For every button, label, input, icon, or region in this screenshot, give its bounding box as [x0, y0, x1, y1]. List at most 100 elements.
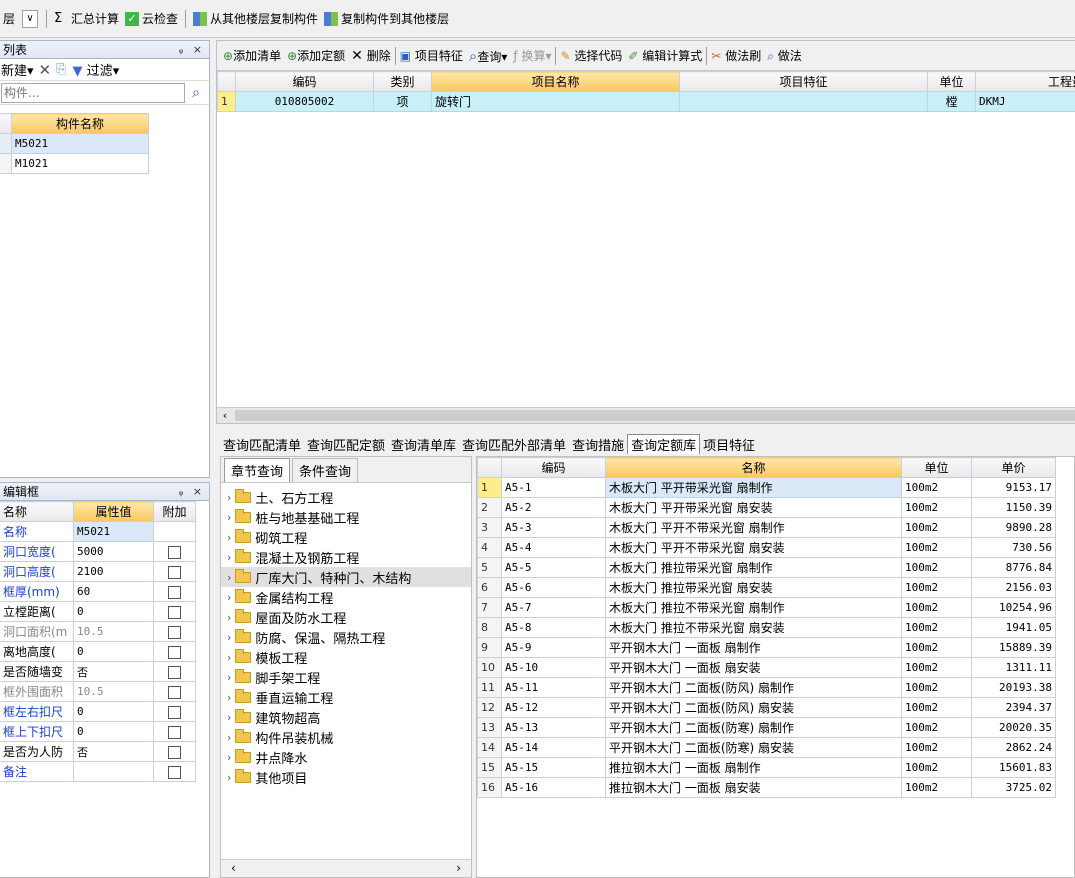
- extra-checkbox[interactable]: [168, 725, 181, 739]
- tree-item[interactable]: › 建筑物超高: [221, 707, 471, 727]
- copy-from-floor-button[interactable]: 从其他楼层复制构件: [190, 8, 321, 30]
- quota-code-cell[interactable]: A5-12: [501, 697, 606, 718]
- chevron-right-icon[interactable]: ›: [227, 491, 231, 504]
- table-row[interactable]: 1 A5-1 木板大门 平开带采光窗 扇制作 100m2 9153.17: [477, 477, 1056, 498]
- quota-name-cell[interactable]: 平开钢木大门 二面板(防寒) 扇安装: [605, 737, 902, 758]
- table-row[interactable]: 11 A5-11 平开钢木大门 二面板(防风) 扇制作 100m2 20193.38: [477, 677, 1056, 698]
- quota-unit-cell[interactable]: 100m2: [901, 537, 972, 558]
- chevron-right-icon[interactable]: ›: [227, 691, 231, 704]
- quota-name-cell[interactable]: 木板大门 平开不带采光窗 扇安装: [605, 537, 902, 558]
- property-row[interactable]: 离地高度(0: [0, 641, 196, 662]
- tree-item[interactable]: › 模板工程: [221, 647, 471, 667]
- quota-code-cell[interactable]: A5-11: [501, 677, 606, 698]
- tab-condition-query[interactable]: 条件查询: [292, 458, 359, 482]
- quota-unit-cell[interactable]: 100m2: [901, 717, 972, 738]
- property-value-cell[interactable]: 5000: [73, 541, 154, 562]
- extra-checkbox[interactable]: [168, 565, 181, 579]
- scroll-right-arrow[interactable]: ›: [456, 861, 461, 875]
- property-value-cell[interactable]: 0: [73, 601, 154, 622]
- quota-price-cell[interactable]: 2156.03: [971, 577, 1056, 598]
- chevron-right-icon[interactable]: ›: [227, 591, 231, 604]
- chevron-right-icon[interactable]: ›: [227, 711, 231, 724]
- chevron-right-icon[interactable]: ›: [227, 531, 231, 544]
- quota-name-cell[interactable]: 平开钢木大门 一面板 扇制作: [605, 637, 902, 658]
- select-code-button[interactable]: ✎ 选择代码: [560, 47, 622, 64]
- property-value-cell[interactable]: 2100: [73, 561, 154, 582]
- delete-button[interactable]: ✕ 删除: [351, 47, 391, 64]
- chevron-right-icon[interactable]: ›: [227, 671, 231, 684]
- chevron-right-icon[interactable]: ›: [227, 551, 231, 564]
- tree-item[interactable]: › 构件吊装机械: [221, 727, 471, 747]
- property-value-cell[interactable]: 10.5: [73, 681, 154, 702]
- property-row[interactable]: 框上下扣尺 0: [0, 721, 196, 742]
- quota-name-cell[interactable]: 推拉钢木大门 一面板 扇安装: [605, 777, 902, 798]
- quota-code-cell[interactable]: A5-6: [501, 577, 606, 598]
- cloud-check-button[interactable]: ✓ 云检查: [122, 8, 181, 30]
- quota-price-cell[interactable]: 3725.02: [971, 777, 1056, 798]
- quota-name-cell[interactable]: 木板大门 推拉不带采光窗 扇制作: [605, 597, 902, 618]
- tab-query-2[interactable]: 查询清单库: [388, 435, 459, 454]
- quota-unit-cell[interactable]: 100m2: [901, 557, 972, 578]
- tab-query-4[interactable]: 查询措施: [569, 435, 627, 454]
- tree-item[interactable]: › 防腐、保温、隔热工程: [221, 627, 471, 647]
- tab-query-5[interactable]: 查询定额库: [627, 434, 701, 454]
- close-icon[interactable]: ×: [193, 43, 205, 56]
- extra-checkbox[interactable]: [168, 545, 181, 559]
- quota-name-cell[interactable]: 木板大门 推拉带采光窗 扇制作: [605, 557, 902, 578]
- chevron-right-icon[interactable]: ›: [227, 631, 231, 644]
- chevron-right-icon[interactable]: ›: [227, 771, 231, 784]
- table-row[interactable]: M5021: [0, 133, 149, 154]
- table-row[interactable]: 6 A5-6 木板大门 推拉带采光窗 扇安装 100m2 2156.03: [477, 577, 1056, 598]
- tab-query-0[interactable]: 查询匹配清单: [220, 435, 304, 454]
- extra-checkbox[interactable]: [168, 685, 181, 699]
- quota-unit-cell[interactable]: 100m2: [901, 697, 972, 718]
- code-cell[interactable]: 010805002: [235, 91, 374, 112]
- tree-item[interactable]: › 桩与地基基础工程: [221, 507, 471, 527]
- quota-code-cell[interactable]: A5-16: [501, 777, 606, 798]
- quantity-cell[interactable]: DKMJ: [975, 91, 1075, 112]
- query-button[interactable]: ⌕查询▾: [469, 47, 507, 65]
- extra-checkbox[interactable]: [168, 605, 181, 619]
- property-row[interactable]: 框厚(mm) 60: [0, 581, 196, 602]
- quota-code-cell[interactable]: A5-14: [501, 737, 606, 758]
- tree-item[interactable]: › 混凝土及钢筋工程: [221, 547, 471, 567]
- quota-unit-cell[interactable]: 100m2: [901, 497, 972, 518]
- table-row[interactable]: 5 A5-5 木板大门 推拉带采光窗 扇制作 100m2 8776.84: [477, 557, 1056, 578]
- tab-query-3[interactable]: 查询匹配外部清单: [459, 435, 569, 454]
- table-row[interactable]: 12 A5-12 平开钢木大门 二面板(防风) 扇安装 100m2 2394.37: [477, 697, 1056, 718]
- quota-unit-cell[interactable]: 100m2: [901, 597, 972, 618]
- quota-name-cell[interactable]: 木板大门 平开带采光窗 扇制作: [605, 477, 902, 498]
- quota-code-cell[interactable]: A5-5: [501, 557, 606, 578]
- quota-price-cell[interactable]: 9890.28: [971, 517, 1056, 538]
- property-row[interactable]: 洞口面积(m 10.5: [0, 621, 196, 642]
- quota-price-cell[interactable]: 1150.39: [971, 497, 1056, 518]
- quota-unit-cell[interactable]: 100m2: [901, 757, 972, 778]
- copy-to-floor-button[interactable]: 复制构件到其他楼层: [321, 8, 452, 30]
- tab-query-6[interactable]: 项目特征: [700, 435, 758, 454]
- quota-price-cell[interactable]: 15889.39: [971, 637, 1056, 658]
- search-icon[interactable]: ⌕: [185, 85, 207, 101]
- convert-button[interactable]: ƒ 换算▾: [513, 47, 551, 64]
- table-row[interactable]: 7 A5-7 木板大门 推拉不带采光窗 扇制作 100m2 10254.96: [477, 597, 1056, 618]
- floor-dropdown[interactable]: ∨: [22, 9, 39, 28]
- quota-code-cell[interactable]: A5-8: [501, 617, 606, 638]
- quota-name-cell[interactable]: 木板大门 平开不带采光窗 扇制作: [605, 517, 902, 538]
- project-feature-cell[interactable]: [679, 91, 928, 112]
- method-query-button[interactable]: ⌕ 做法: [767, 47, 802, 64]
- chevron-right-icon[interactable]: ›: [227, 511, 231, 524]
- quota-unit-cell[interactable]: 100m2: [901, 617, 972, 638]
- quota-code-cell[interactable]: A5-1: [501, 477, 606, 498]
- delete-icon[interactable]: ✕: [39, 61, 52, 79]
- extra-checkbox[interactable]: [168, 745, 181, 759]
- quota-code-cell[interactable]: A5-4: [501, 537, 606, 558]
- table-row[interactable]: 4 A5-4 木板大门 平开不带采光窗 扇安装 100m2 730.56: [477, 537, 1056, 558]
- add-quota-button[interactable]: ⊕添加定额: [287, 47, 345, 64]
- project-name-cell[interactable]: 旋转门: [431, 91, 680, 112]
- table-row[interactable]: 13 A5-13 平开钢木大门 二面板(防寒) 扇制作 100m2 20020.35: [477, 717, 1056, 738]
- quota-name-cell[interactable]: 平开钢木大门 二面板(防风) 扇制作: [605, 677, 902, 698]
- tab-query-1[interactable]: 查询匹配定额: [304, 435, 388, 454]
- quota-unit-cell[interactable]: 100m2: [901, 637, 972, 658]
- table-row[interactable]: 9 A5-9 平开钢木大门 一面板 扇制作 100m2 15889.39: [477, 637, 1056, 658]
- quota-name-cell[interactable]: 推拉钢木大门 一面板 扇制作: [605, 757, 902, 778]
- quota-price-cell[interactable]: 20193.38: [971, 677, 1056, 698]
